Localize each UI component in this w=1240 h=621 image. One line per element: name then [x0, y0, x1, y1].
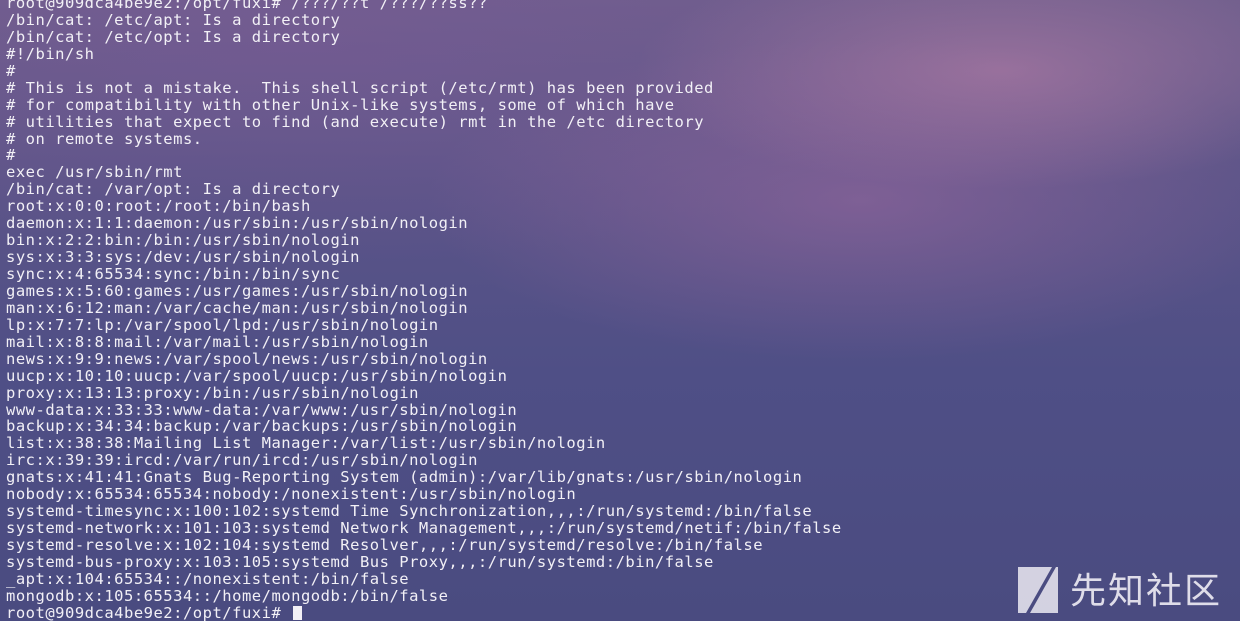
terminal-line: proxy:x:13:13:proxy:/bin:/usr/sbin/nolog…: [6, 383, 419, 402]
terminal-line: root:x:0:0:root:/root:/bin/bash: [6, 197, 311, 216]
xianzhi-logo-icon: [1017, 567, 1058, 613]
terminal-line: www-data:x:33:33:www-data:/var/www:/usr/…: [6, 400, 518, 419]
terminal-line: bin:x:2:2:bin:/bin:/usr/sbin/nologin: [6, 231, 360, 250]
terminal-line: systemd-network:x:101:103:systemd Networ…: [6, 519, 842, 538]
terminal-line: backup:x:34:34:backup:/var/backups:/usr/…: [6, 417, 518, 436]
terminal-line: games:x:5:60:games:/usr/games:/usr/sbin/…: [6, 281, 469, 300]
terminal-line: exec /usr/sbin/rmt: [6, 163, 183, 182]
terminal-line: # This is not a mistake. This shell scri…: [6, 78, 714, 97]
terminal-line: news:x:9:9:news:/var/spool/news:/usr/sbi…: [6, 349, 488, 368]
terminal-line: irc:x:39:39:ircd:/var/run/ircd:/usr/sbin…: [6, 451, 478, 470]
xianzhi-watermark: 先知社区: [1016, 561, 1222, 615]
terminal-line: systemd-resolve:x:102:104:systemd Resolv…: [6, 536, 764, 554]
terminal-line: /bin/cat: /etc/opt: Is a directory: [6, 27, 341, 46]
terminal-line: /bin/cat: /var/opt: Is a directory: [6, 180, 341, 199]
terminal-line: uucp:x:10:10:uucp:/var/spool/uucp:/usr/s…: [6, 366, 508, 385]
terminal-line: daemon:x:1:1:daemon:/usr/sbin:/usr/sbin/…: [6, 214, 469, 233]
shell-prompt: root@909dca4be9e2:/opt/fuxi#: [6, 603, 292, 621]
terminal-line: # on remote systems.: [6, 129, 203, 148]
terminal-line: systemd-timesync:x:100:102:systemd Time …: [6, 502, 813, 521]
terminal-line: # for compatibility with other Unix-like…: [6, 95, 675, 114]
terminal-line: #: [6, 61, 16, 80]
terminal-output[interactable]: root@909dca4be9e2:/opt/fuxi# /???/??t /?…: [6, 0, 1234, 621]
terminal-line: nobody:x:65534:65534:nobody:/nonexistent…: [6, 485, 577, 504]
terminal-line: list:x:38:38:Mailing List Manager:/var/l…: [6, 434, 606, 453]
terminal-line: gnats:x:41:41:Gnats Bug-Reporting System…: [6, 468, 803, 487]
watermark-text: 先知社区: [1069, 571, 1222, 612]
terminal-line: #: [6, 146, 16, 165]
terminal-line: sys:x:3:3:sys:/dev:/usr/sbin/nologin: [6, 248, 360, 267]
text-cursor: [293, 605, 303, 620]
terminal-line: #!/bin/sh: [6, 44, 95, 63]
terminal-line: man:x:6:12:man:/var/cache/man:/usr/sbin/…: [6, 298, 469, 317]
terminal-line: sync:x:4:65534:sync:/bin:/bin/sync: [6, 265, 341, 283]
terminal-line: lp:x:7:7:lp:/var/spool/lpd:/usr/sbin/nol…: [6, 315, 439, 334]
terminal-line: /bin/cat: /etc/apt: Is a directory: [6, 10, 341, 29]
terminal-line: mail:x:8:8:mail:/var/mail:/usr/sbin/nolo…: [6, 332, 429, 351]
terminal-line: # utilities that expect to find (and exe…: [6, 112, 705, 131]
